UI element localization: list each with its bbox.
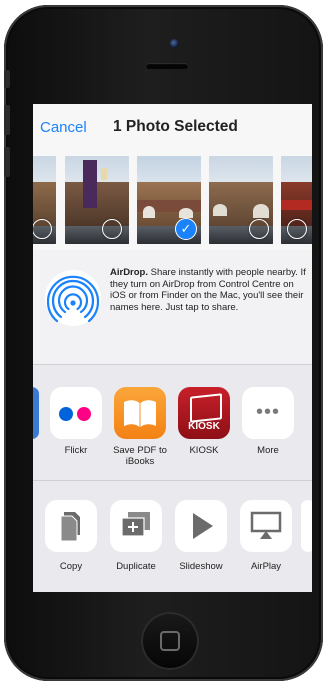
app-ibooks[interactable]: Save PDF to iBooks — [110, 387, 170, 467]
action-slideshow[interactable]: Slideshow — [171, 500, 231, 572]
airdrop-section: AirDrop. Share instantly with people nea… — [33, 250, 312, 364]
app-share-row: Flickr Save PDF to iBooks KIOSK KIOSK ••… — [33, 364, 312, 481]
action-label: Slideshow — [179, 561, 223, 572]
app-label: Flickr — [64, 445, 88, 456]
action-label: Duplicate — [116, 561, 156, 572]
airdrop-heading: AirDrop. — [110, 267, 148, 278]
page-title: 1 Photo Selected — [113, 118, 238, 135]
volume-down-button — [4, 147, 10, 177]
share-sheet-header: Cancel 1 Photo Selected — [33, 104, 312, 150]
airplay-icon — [240, 500, 292, 552]
action-copy[interactable]: Copy — [41, 500, 101, 572]
select-circle-icon[interactable] — [249, 219, 269, 239]
volume-up-button — [4, 105, 10, 135]
action-label: Copy — [59, 561, 83, 572]
home-button[interactable] — [141, 612, 199, 670]
mute-switch — [4, 70, 10, 88]
action-airplay[interactable]: AirPlay — [236, 500, 296, 572]
app-label: KIOSK — [189, 445, 219, 456]
action-duplicate[interactable]: Duplicate — [106, 500, 166, 572]
app-label: More — [257, 445, 279, 456]
photo-thumbnail[interactable] — [33, 156, 56, 244]
action-label: AirPlay — [250, 561, 282, 572]
photo-thumbnail[interactable] — [281, 156, 312, 244]
kiosk-icon: KIOSK — [178, 387, 230, 439]
photo-strip[interactable]: ✓ — [33, 150, 312, 250]
app-flickr[interactable]: Flickr — [46, 387, 106, 456]
play-icon — [175, 500, 227, 552]
duplicate-icon — [110, 500, 162, 552]
select-circle-icon[interactable] — [33, 219, 52, 239]
app-more[interactable]: ••• More — [238, 387, 298, 456]
partial-action-icon[interactable] — [301, 500, 312, 552]
copy-icon — [45, 500, 97, 552]
earpiece-speaker — [146, 63, 188, 69]
airdrop-description: AirDrop. Share instantly with people nea… — [110, 267, 308, 313]
cancel-button[interactable]: Cancel — [40, 119, 87, 136]
ibooks-icon — [114, 387, 166, 439]
more-dots-icon: ••• — [242, 387, 294, 439]
kiosk-icon-text: KIOSK — [188, 421, 220, 432]
partial-app-icon[interactable] — [33, 387, 39, 439]
share-sheet: Cancel 1 Photo Selected ✓ AirDrop. Share… — [33, 104, 312, 592]
photo-thumbnail-selected[interactable]: ✓ — [137, 156, 201, 244]
flickr-icon — [50, 387, 102, 439]
select-circle-icon[interactable] — [287, 219, 307, 239]
screen: Cancel 1 Photo Selected ✓ AirDrop. Share… — [33, 104, 312, 592]
photo-thumbnail[interactable] — [65, 156, 129, 244]
app-kiosk[interactable]: KIOSK KIOSK — [174, 387, 234, 456]
photo-thumbnail[interactable] — [209, 156, 273, 244]
action-row: Copy Duplicate Slideshow AirPlay — [33, 480, 312, 592]
select-circle-icon[interactable] — [102, 219, 122, 239]
checkmark-icon[interactable]: ✓ — [175, 218, 197, 240]
front-camera — [170, 39, 179, 48]
app-label: Save PDF to iBooks — [113, 445, 167, 467]
airdrop-icon[interactable] — [43, 268, 103, 328]
